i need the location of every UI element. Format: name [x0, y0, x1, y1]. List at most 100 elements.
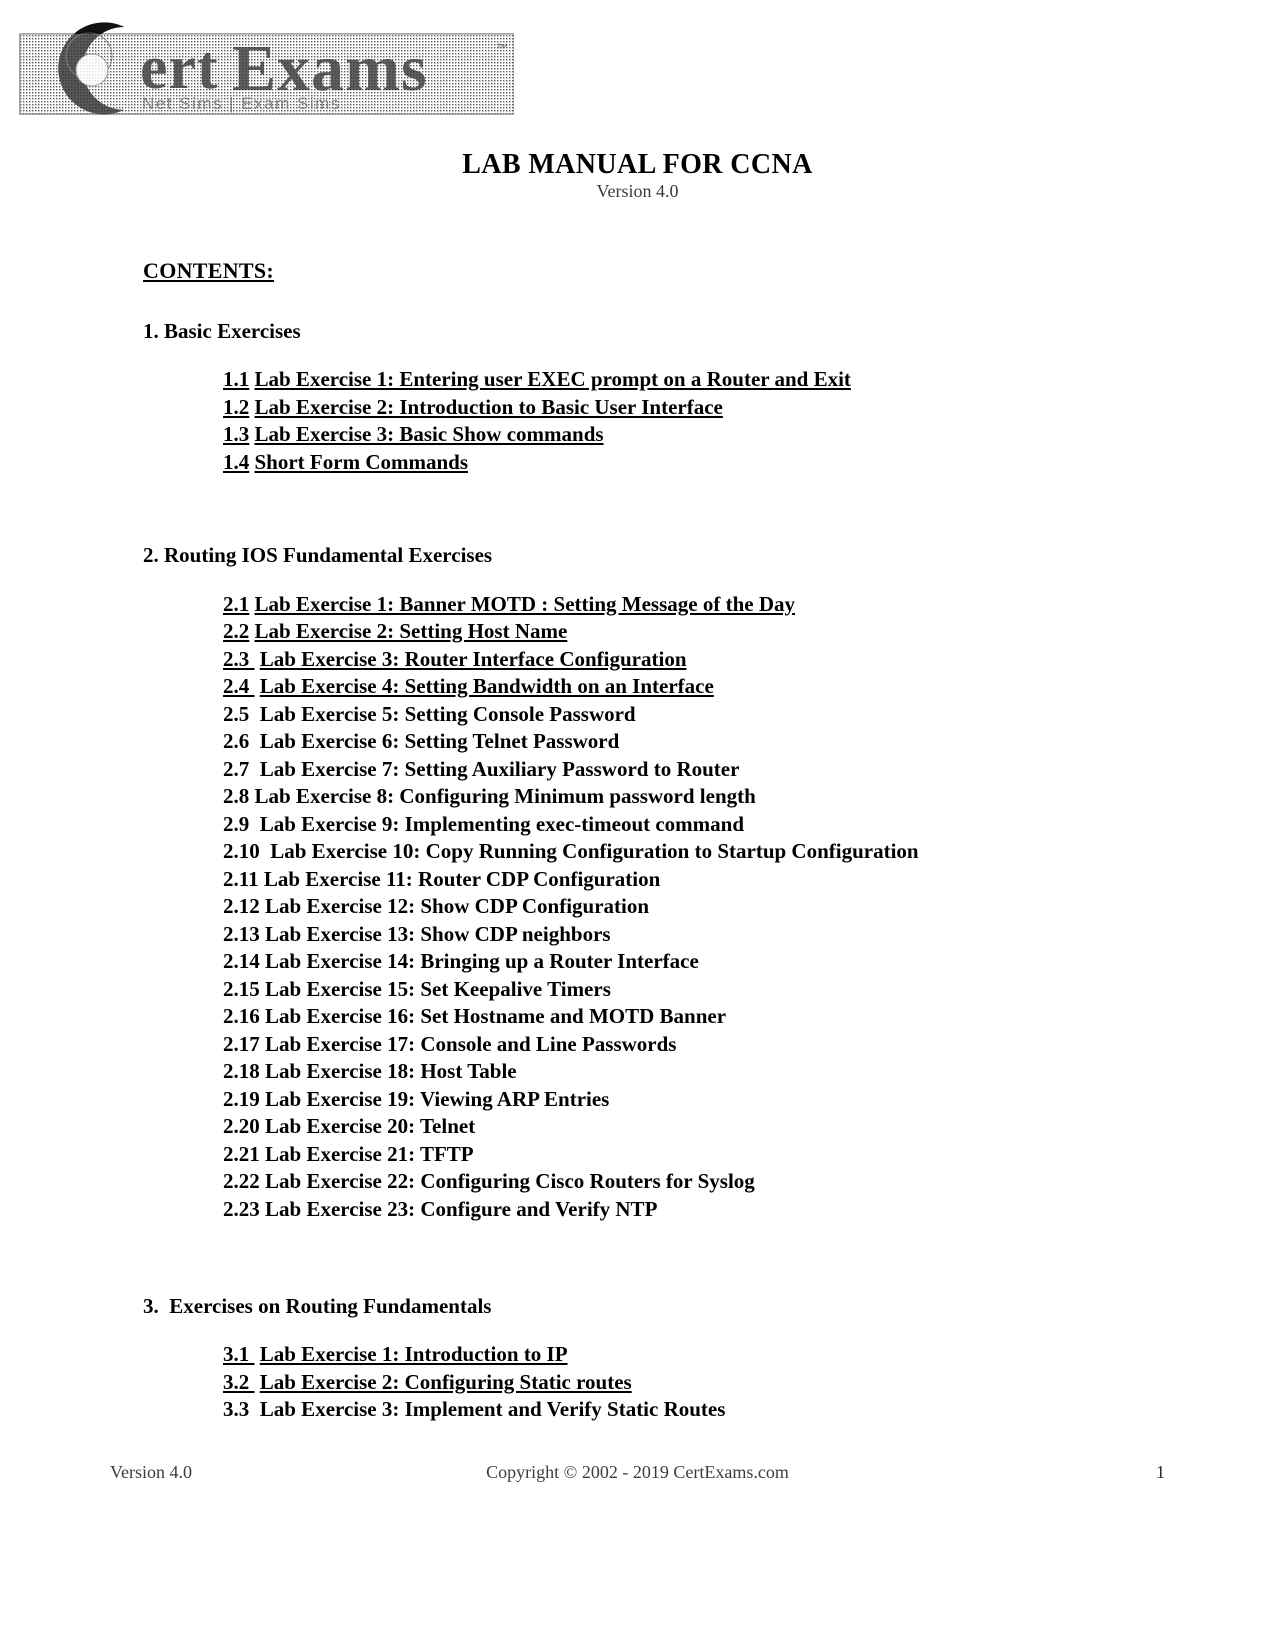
toc-item-label: Lab Exercise 13: Show CDP neighbors	[265, 921, 611, 946]
toc-item-number: 3.3	[223, 1397, 255, 1422]
toc-item-2-20[interactable]: 2.20 Lab Exercise 20: Telnet	[143, 1113, 1143, 1141]
toc-item-2-4[interactable]: 2.4 Lab Exercise 4: Setting Bandwidth on…	[143, 673, 1143, 701]
footer-page-number: 1	[1156, 1462, 1165, 1482]
certexams-logo-icon: ert Exams ™ Net Sims | Exam Sims	[19, 22, 514, 115]
toc-item-label: Lab Exercise 3: Basic Show commands	[254, 422, 604, 447]
toc-item-3-3[interactable]: 3.3 Lab Exercise 3: Implement and Verify…	[143, 1396, 1143, 1424]
toc-item-number: 2.8	[223, 784, 250, 808]
toc-item-2-5[interactable]: 2.5 Lab Exercise 5: Setting Console Pass…	[143, 701, 1143, 729]
toc-item-label: Lab Exercise 4: Setting Bandwidth on an …	[259, 674, 714, 698]
toc-item-2-9[interactable]: 2.9 Lab Exercise 9: Implementing exec-ti…	[143, 811, 1143, 839]
toc-item-2-22[interactable]: 2.22 Lab Exercise 22: Configuring Cisco …	[143, 1168, 1143, 1196]
toc-item-2-12[interactable]: 2.12 Lab Exercise 12: Show CDP Configura…	[143, 893, 1143, 921]
toc-item-label: Short Form Commands	[254, 449, 469, 474]
toc-item-label: Lab Exercise 12: Show CDP Configuration	[265, 894, 650, 918]
toc-item-label: Lab Exercise 5: Setting Console Password	[259, 701, 636, 726]
toc-item-1-4[interactable]: 1.4 Short Form Commands	[143, 449, 1143, 477]
toc-item-label: Lab Exercise 19: Viewing ARP Entries	[265, 1086, 610, 1111]
toc-item-label: Lab Exercise 2: Setting Host Name	[254, 619, 568, 643]
toc-item-number: 2.9	[223, 811, 255, 836]
toc-item-label: Lab Exercise 16: Set Hostname and MOTD B…	[265, 1004, 727, 1028]
toc-item-2-2[interactable]: 2.2 Lab Exercise 2: Setting Host Name	[143, 618, 1143, 646]
toc-item-2-13[interactable]: 2.13 Lab Exercise 13: Show CDP neighbors	[143, 921, 1143, 949]
toc-item-2-11[interactable]: 2.11 Lab Exercise 11: Router CDP Configu…	[143, 866, 1143, 894]
toc-item-number: 3.2	[223, 1369, 255, 1394]
toc-item-label: Lab Exercise 17: Console and Line Passwo…	[265, 1031, 677, 1056]
toc-item-number: 2.15	[223, 976, 260, 1001]
document-page: ert Exams ™ Net Sims | Exam Sims CertExa…	[0, 0, 1275, 1650]
page-subtitle: Version 4.0	[596, 181, 679, 201]
toc-item-label: Lab Exercise 3: Implement and Verify Sta…	[259, 1397, 726, 1422]
toc-item-label: Lab Exercise 21: TFTP	[265, 1141, 474, 1166]
contents-heading: CONTENTS:	[143, 258, 275, 283]
toc-item-label: Lab Exercise 23: Configure and Verify NT…	[265, 1196, 658, 1221]
toc-item-number: 2.16	[223, 1004, 260, 1028]
toc-item-number: 2.14	[223, 949, 260, 973]
page-footer: Version 4.0 Copyright © 2002 - 2019 Cert…	[110, 1462, 1165, 1492]
section-2-title: 2. Routing IOS Fundamental Exercises	[143, 543, 493, 568]
toc-item-2-8[interactable]: 2.8 Lab Exercise 8: Configuring Minimum …	[143, 783, 1143, 811]
toc-item-1-1[interactable]: 1.1 Lab Exercise 1: Entering user EXEC p…	[143, 366, 1143, 394]
toc-item-number: 2.2	[223, 619, 250, 643]
toc-item-2-6[interactable]: 2.6 Lab Exercise 6: Setting Telnet Passw…	[143, 728, 1143, 756]
toc-item-number: 2.19	[223, 1086, 260, 1111]
toc-item-3-1[interactable]: 3.1 Lab Exercise 1: Introduction to IP	[143, 1341, 1143, 1369]
toc-item-label: Lab Exercise 1: Entering user EXEC promp…	[254, 367, 851, 392]
toc-item-2-21[interactable]: 2.21 Lab Exercise 21: TFTP	[143, 1141, 1143, 1169]
section-gap-2	[143, 1223, 1143, 1293]
section-1-items: 1.1 Lab Exercise 1: Entering user EXEC p…	[143, 366, 1143, 476]
toc-item-number: 1.2	[223, 394, 250, 419]
contents-body: CONTENTS: 1. Basic Exercises 1.1 Lab Exe…	[143, 258, 1143, 1424]
toc-item-2-16[interactable]: 2.16 Lab Exercise 16: Set Hostname and M…	[143, 1003, 1143, 1031]
toc-item-label: Lab Exercise 9: Implementing exec-timeou…	[259, 811, 745, 836]
toc-item-label: Lab Exercise 11: Router CDP Configuratio…	[263, 866, 661, 891]
toc-item-1-2[interactable]: 1.2 Lab Exercise 2: Introduction to Basi…	[143, 394, 1143, 422]
toc-item-label: Lab Exercise 14: Bringing up a Router In…	[265, 949, 699, 973]
toc-item-number: 2.23	[223, 1196, 260, 1221]
toc-item-number: 2.1	[223, 591, 250, 616]
toc-item-number: 2.4	[223, 674, 255, 698]
page-title: LAB MANUAL FOR CCNA	[462, 149, 813, 180]
toc-item-number: 2.20	[223, 1114, 260, 1138]
footer-copyright: Copyright © 2002 - 2019 CertExams.com	[486, 1462, 789, 1482]
toc-item-2-3[interactable]: 2.3 Lab Exercise 3: Router Interface Con…	[143, 646, 1143, 674]
toc-item-2-15[interactable]: 2.15 Lab Exercise 15: Set Keepalive Time…	[143, 976, 1143, 1004]
toc-item-2-14[interactable]: 2.14 Lab Exercise 14: Bringing up a Rout…	[143, 948, 1143, 976]
toc-item-label: Lab Exercise 18: Host Table	[265, 1059, 517, 1083]
section-3-title: 3. Exercises on Routing Fundamentals	[143, 1294, 492, 1318]
toc-item-number: 2.17	[223, 1031, 260, 1056]
toc-item-label: Lab Exercise 6: Setting Telnet Password	[259, 729, 620, 753]
toc-item-number: 2.10	[223, 839, 265, 863]
toc-item-2-19[interactable]: 2.19 Lab Exercise 19: Viewing ARP Entrie…	[143, 1086, 1143, 1114]
toc-item-number: 2.5	[223, 701, 255, 726]
toc-item-number: 2.7	[223, 756, 255, 781]
toc-item-number: 2.11	[223, 866, 259, 891]
toc-item-number: 2.13	[223, 921, 260, 946]
section-2: 2. Routing IOS Fundamental Exercises 2.1…	[143, 542, 1143, 1223]
toc-item-2-17[interactable]: 2.17 Lab Exercise 17: Console and Line P…	[143, 1031, 1143, 1059]
section-2-items: 2.1 Lab Exercise 1: Banner MOTD : Settin…	[143, 591, 1143, 1224]
toc-item-label: Lab Exercise 15: Set Keepalive Timers	[265, 976, 611, 1001]
toc-item-number: 2.22	[223, 1169, 260, 1193]
toc-item-number: 2.21	[223, 1141, 260, 1166]
toc-item-2-1[interactable]: 2.1 Lab Exercise 1: Banner MOTD : Settin…	[143, 591, 1143, 619]
toc-item-2-7[interactable]: 2.7 Lab Exercise 7: Setting Auxiliary Pa…	[143, 756, 1143, 784]
toc-item-label: Lab Exercise 22: Configuring Cisco Route…	[265, 1169, 755, 1193]
certexams-logo: ert Exams ™ Net Sims | Exam Sims CertExa…	[14, 8, 514, 116]
toc-item-number: 3.1	[223, 1342, 255, 1367]
toc-item-number: 2.6	[223, 729, 255, 753]
toc-item-label: Lab Exercise 10: Copy Running Configurat…	[270, 839, 919, 863]
toc-item-number: 2.12	[223, 894, 260, 918]
section-3-items: 3.1 Lab Exercise 1: Introduction to IP 3…	[143, 1341, 1143, 1424]
section-1: 1. Basic Exercises 1.1 Lab Exercise 1: E…	[143, 318, 1143, 476]
toc-item-label: Lab Exercise 2: Introduction to Basic Us…	[254, 394, 723, 419]
toc-item-2-23[interactable]: 2.23 Lab Exercise 23: Configure and Veri…	[143, 1196, 1143, 1224]
toc-item-2-10[interactable]: 2.10 Lab Exercise 10: Copy Running Confi…	[143, 838, 1143, 866]
toc-item-3-2[interactable]: 3.2 Lab Exercise 2: Configuring Static r…	[143, 1369, 1143, 1397]
toc-item-2-18[interactable]: 2.18 Lab Exercise 18: Host Table	[143, 1058, 1143, 1086]
toc-item-1-3[interactable]: 1.3 Lab Exercise 3: Basic Show commands	[143, 421, 1143, 449]
section-1-title: 1. Basic Exercises	[143, 319, 301, 343]
toc-item-label: Lab Exercise 3: Router Interface Configu…	[259, 646, 687, 671]
toc-item-number: 2.18	[223, 1059, 260, 1083]
toc-item-number: 1.1	[223, 367, 250, 392]
